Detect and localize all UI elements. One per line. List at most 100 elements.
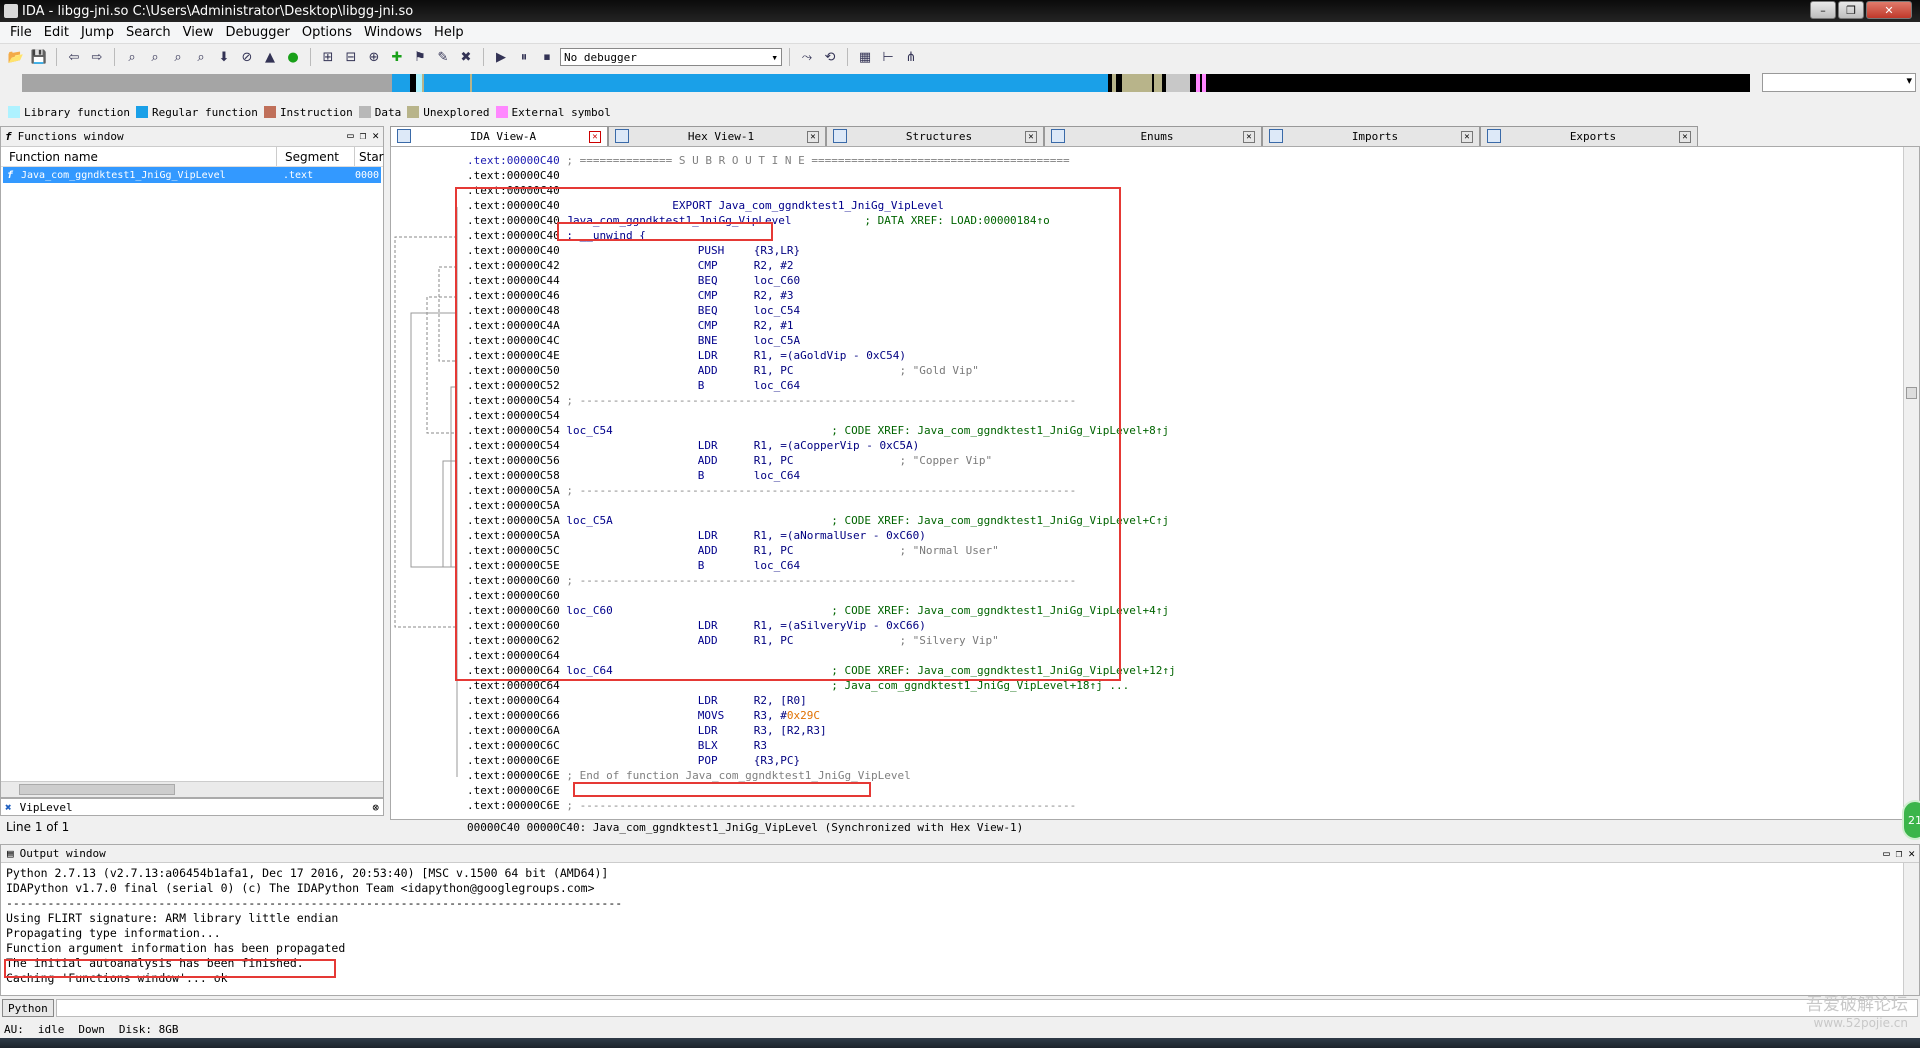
line-text[interactable]: ; ============== S U B R O U T I N E ===… bbox=[560, 154, 1069, 167]
pane-minimize-icon[interactable]: ▭ bbox=[1883, 847, 1890, 860]
run-icon[interactable]: ▶ bbox=[491, 47, 511, 67]
line-address: .text:00000C6E bbox=[467, 784, 560, 797]
tab-close-icon[interactable]: ✕ bbox=[1243, 130, 1255, 143]
tab-hex-view-1[interactable]: Hex View-1 ✕ bbox=[608, 126, 826, 146]
mnemonic: POP bbox=[697, 754, 718, 767]
edit-function-icon[interactable]: ⊟ bbox=[341, 47, 361, 67]
tab-structures[interactable]: Structures ✕ bbox=[826, 126, 1044, 146]
filter-close-icon[interactable]: ✖ bbox=[5, 801, 12, 814]
sequence-search-icon[interactable]: ⌕ bbox=[191, 47, 211, 67]
create-function-icon[interactable]: ⊞ bbox=[318, 47, 338, 67]
debugger-select-value: No debugger bbox=[564, 50, 637, 64]
flag-icon[interactable]: ⚑ bbox=[410, 47, 430, 67]
disasm-vscrollbar[interactable] bbox=[1903, 147, 1919, 807]
open-icon[interactable]: 📂 bbox=[6, 47, 26, 67]
minimize-button[interactable]: – bbox=[1810, 1, 1836, 19]
back-icon[interactable]: ⇦ bbox=[64, 47, 84, 67]
python-input[interactable] bbox=[55, 999, 1918, 1017]
green-badge[interactable]: 21 bbox=[1902, 800, 1920, 840]
disasm-line[interactable]: .text:00000C40 ; ============== S U B R … bbox=[467, 153, 1897, 168]
cross-ref-icon[interactable]: ⊘ bbox=[237, 47, 257, 67]
mnemonic: BLX bbox=[697, 739, 718, 752]
disasm-line[interactable]: .text:00000C6A LDR R3, [R2,R3] bbox=[467, 723, 1897, 738]
tab-close-icon[interactable]: ✕ bbox=[1461, 130, 1473, 143]
graph-icon[interactable]: ▦ bbox=[855, 47, 875, 67]
trace-icon[interactable]: ⋔ bbox=[901, 47, 921, 67]
disasm-line[interactable]: .text:00000C6E ; End of function Java_co… bbox=[467, 768, 1897, 783]
pause-icon[interactable]: ⏸ bbox=[514, 47, 534, 67]
pane-minimize-icon[interactable]: ▭ bbox=[347, 129, 354, 142]
output-vscrollbar[interactable] bbox=[1903, 863, 1919, 995]
debug-step-icon[interactable]: ⤳ bbox=[797, 47, 817, 67]
disasm-line[interactable]: .text:00000C6E POP {R3,PC} bbox=[467, 753, 1897, 768]
menu-options[interactable]: Options bbox=[296, 25, 358, 40]
graph-overview-icon[interactable]: ▲ bbox=[260, 47, 280, 67]
nav-combo[interactable] bbox=[1762, 73, 1916, 92]
column-function-name[interactable]: Function name bbox=[1, 147, 277, 166]
down-arrow-icon[interactable]: ⬇ bbox=[214, 47, 234, 67]
plus-green-icon[interactable]: ✚ bbox=[387, 47, 407, 67]
disasm-line[interactable]: .text:00000C6E ; -----------------------… bbox=[467, 798, 1897, 813]
edit-icon[interactable]: ✎ bbox=[433, 47, 453, 67]
tab-label: Exports bbox=[1569, 130, 1617, 143]
tab-enums[interactable]: Enums ✕ bbox=[1044, 126, 1262, 146]
menu-search[interactable]: Search bbox=[120, 25, 177, 40]
save-icon[interactable]: 💾 bbox=[29, 47, 49, 67]
sync-icon[interactable]: ⟲ bbox=[820, 47, 840, 67]
output-line: ----------------------------------------… bbox=[6, 896, 623, 910]
pane-float-icon[interactable]: ❐ bbox=[360, 129, 367, 142]
filter-clear-icon[interactable]: ⊗ bbox=[372, 801, 379, 814]
functions-hscrollbar[interactable] bbox=[1, 781, 383, 797]
menu-windows[interactable]: Windows bbox=[358, 25, 428, 40]
menu-file[interactable]: File bbox=[4, 25, 38, 40]
pane-float-icon[interactable]: ❐ bbox=[1896, 847, 1903, 860]
python-button[interactable]: Python bbox=[2, 999, 54, 1017]
tab-imports[interactable]: Imports ✕ bbox=[1262, 126, 1480, 146]
menu-edit[interactable]: Edit bbox=[38, 25, 75, 40]
delete-icon[interactable]: ✖ bbox=[456, 47, 476, 67]
disasm-line[interactable]: .text:00000C66 MOVS R3, #0x29C bbox=[467, 708, 1897, 723]
column-start[interactable]: Star bbox=[355, 147, 384, 166]
menu-jump[interactable]: Jump bbox=[75, 25, 120, 40]
tab-close-icon[interactable]: ✕ bbox=[1025, 130, 1037, 143]
green-circle-icon[interactable]: ● bbox=[283, 47, 303, 67]
operand[interactable]: R3, [R2,R3] bbox=[754, 724, 827, 737]
tab-ida-view-a[interactable]: IDA View-A ✕ bbox=[390, 126, 608, 146]
line-text[interactable]: ; End of function Java_com_ggndktest1_Jn… bbox=[560, 769, 910, 782]
tab-exports[interactable]: Exports ✕ bbox=[1480, 126, 1698, 146]
line-text[interactable]: ; --------------------------------------… bbox=[560, 799, 1076, 812]
column-segment[interactable]: Segment bbox=[277, 147, 355, 166]
menu-help[interactable]: Help bbox=[428, 25, 470, 40]
operand[interactable]: R3 bbox=[754, 739, 767, 752]
proximity-icon[interactable]: ⊢ bbox=[878, 47, 898, 67]
disasm-line[interactable]: .text:00000C40 bbox=[467, 168, 1897, 183]
close-button[interactable]: ✕ bbox=[1866, 1, 1912, 19]
pane-close-icon[interactable]: ✕ bbox=[372, 129, 379, 142]
end-of-function-highlight-box bbox=[573, 782, 871, 797]
stop-icon[interactable]: ⏹ bbox=[537, 47, 557, 67]
forward-icon[interactable]: ⇨ bbox=[87, 47, 107, 67]
immediate-search-icon[interactable]: ⌕ bbox=[168, 47, 188, 67]
ida-view-a[interactable]: .text:00000C40 ; ============== S U B R … bbox=[390, 146, 1920, 834]
binary-search-icon[interactable]: ⌕ bbox=[122, 47, 142, 67]
line-address: .text:00000C6A bbox=[467, 724, 560, 737]
operand[interactable]: R2, [R0] bbox=[754, 694, 807, 707]
function-name-cell: Java_com_ggndktest1_JniGg_VipLevel bbox=[21, 169, 226, 181]
debugger-select[interactable]: No debugger ▾ bbox=[560, 48, 782, 66]
text-search-icon[interactable]: ⌕ bbox=[145, 47, 165, 67]
filter-text[interactable]: VipLevel bbox=[20, 801, 373, 814]
add-icon[interactable]: ⊕ bbox=[364, 47, 384, 67]
disasm-line[interactable]: .text:00000C6C BLX R3 bbox=[467, 738, 1897, 753]
disasm-line[interactable]: .text:00000C64 LDR R2, [R0] bbox=[467, 693, 1897, 708]
pane-close-icon[interactable]: ✕ bbox=[1908, 847, 1915, 860]
tab-close-icon[interactable]: ✕ bbox=[807, 130, 819, 143]
tab-close-icon[interactable]: ✕ bbox=[1679, 130, 1691, 143]
operand[interactable]: {R3,PC} bbox=[754, 754, 800, 767]
tab-close-icon[interactable]: ✕ bbox=[589, 130, 601, 143]
operand[interactable]: R3, # bbox=[754, 709, 787, 722]
table-row[interactable]: f Java_com_ggndktest1_JniGg_VipLevel .te… bbox=[3, 167, 381, 183]
menu-debugger[interactable]: Debugger bbox=[219, 25, 295, 40]
menu-view[interactable]: View bbox=[177, 25, 220, 40]
maximize-button[interactable]: ❐ bbox=[1838, 1, 1864, 19]
navigation-band[interactable] bbox=[22, 74, 1750, 92]
